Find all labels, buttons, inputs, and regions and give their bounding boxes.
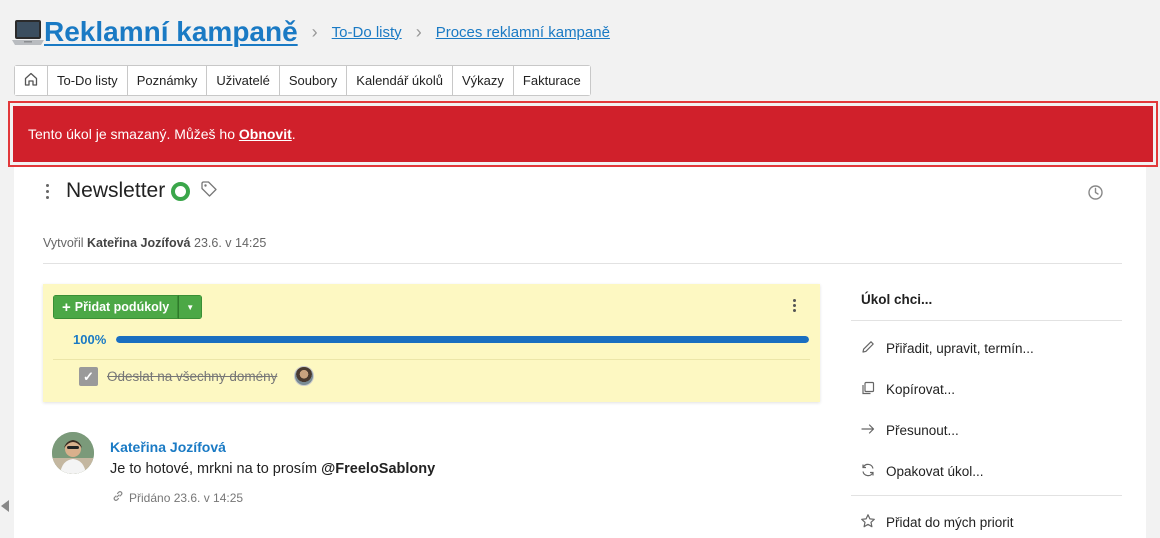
comment-body: Je to hotové, mrkni na to prosím xyxy=(110,461,322,477)
comment-author[interactable]: Kateřina Jozífová xyxy=(110,439,226,455)
progress-label: 100% xyxy=(73,332,107,347)
tab-notes[interactable]: Poznámky xyxy=(127,66,208,95)
link-icon xyxy=(112,490,124,505)
header: Reklamní kampaně › To-Do listy › Proces … xyxy=(12,12,610,52)
arrow-right-icon xyxy=(860,421,876,440)
action-label: Kopírovat... xyxy=(886,382,956,397)
divider xyxy=(851,495,1122,496)
clock-icon[interactable] xyxy=(1087,184,1104,206)
assign-edit-action[interactable]: Přiřadit, upravit, termín... xyxy=(860,339,1034,358)
tab-todo-lists[interactable]: To-Do listy xyxy=(48,66,128,95)
status-circle-icon[interactable] xyxy=(171,181,191,201)
chevron-down-icon[interactable]: ▼ xyxy=(178,295,203,319)
deleted-alert: Tento úkol je smazaný. Můžeš ho Obnovit. xyxy=(13,106,1153,162)
copy-action[interactable]: Kopírovat... xyxy=(860,380,955,399)
actions-title: Úkol chci... xyxy=(861,292,933,307)
comment-timestamp[interactable]: Přidáno 23.6. v 14:25 xyxy=(112,490,243,505)
move-action[interactable]: Přesunout... xyxy=(860,421,959,440)
tab-calendar[interactable]: Kalendář úkolů xyxy=(347,66,454,95)
comment-added: Přidáno 23.6. v 14:25 xyxy=(129,490,244,505)
action-label: Přiřadit, upravit, termín... xyxy=(886,341,1034,356)
task-title[interactable]: Newsletter xyxy=(66,179,165,203)
tag-icon[interactable] xyxy=(200,180,218,203)
plus-icon: + xyxy=(62,298,71,316)
repeat-icon xyxy=(860,462,876,481)
divider xyxy=(851,320,1122,321)
project-tabs: To-Do listy Poznámky Uživatelé Soubory K… xyxy=(14,65,591,96)
assignee-avatar[interactable] xyxy=(294,366,314,386)
tab-home[interactable] xyxy=(15,66,48,95)
divider xyxy=(43,263,1122,264)
page-title[interactable]: Reklamní kampaně xyxy=(44,16,298,48)
task-header: Newsletter xyxy=(44,179,218,203)
task-meta: Vytvořil Kateřina Jozífová 23.6. v 14:25 xyxy=(43,236,266,250)
subtasks-box: + Přidat podúkoly ▼ 100% ✓ Odeslat na vš… xyxy=(43,284,820,402)
tab-users[interactable]: Uživatelé xyxy=(207,66,280,95)
page: Reklamní kampaně › To-Do listy › Proces … xyxy=(0,0,1160,538)
progress-bar xyxy=(116,336,809,343)
divider xyxy=(53,359,810,360)
repeat-action[interactable]: Opakovat úkol... xyxy=(860,462,984,481)
alert-suffix: . xyxy=(291,126,296,142)
action-label: Přesunout... xyxy=(886,423,959,438)
tab-reports[interactable]: Výkazy xyxy=(453,66,514,95)
restore-link[interactable]: Obnovit xyxy=(239,126,292,142)
comment-mention[interactable]: @FreeloSablony xyxy=(321,461,435,477)
laptop-icon xyxy=(12,17,44,47)
subtask-checkbox[interactable]: ✓ xyxy=(79,367,98,386)
breadcrumb-todo-lists[interactable]: To-Do listy xyxy=(332,24,402,41)
collapse-arrow-icon[interactable] xyxy=(1,500,9,512)
progress-fill xyxy=(116,336,809,343)
breadcrumb-process[interactable]: Proces reklamní kampaně xyxy=(436,24,610,41)
subtasks-menu-icon[interactable] xyxy=(793,299,796,312)
tab-invoicing[interactable]: Fakturace xyxy=(513,66,590,95)
chevron-right-icon: › xyxy=(311,21,318,42)
meta-prefix: Vytvořil xyxy=(43,236,84,250)
pencil-icon xyxy=(860,339,876,358)
action-label: Přidat do mých priorit xyxy=(886,515,1014,530)
add-subtasks-button-group: + Přidat podúkoly ▼ xyxy=(53,295,203,319)
subtask-label[interactable]: Odeslat na všechny domény xyxy=(107,369,277,384)
add-subtasks-label: Přidat podúkoly xyxy=(74,300,170,314)
add-priority-action[interactable]: Přidat do mých priorit xyxy=(860,513,1014,532)
action-label: Opakovat úkol... xyxy=(886,464,984,479)
tab-files[interactable]: Soubory xyxy=(279,66,348,95)
home-icon xyxy=(23,71,39,90)
task-menu-icon[interactable] xyxy=(44,183,50,199)
meta-date: 23.6. v 14:25 xyxy=(194,236,267,250)
copy-icon xyxy=(860,380,876,399)
chevron-right-icon: › xyxy=(415,21,422,42)
add-subtasks-button[interactable]: + Přidat podúkoly xyxy=(53,295,179,319)
task-card: Newsletter Vytvořil Kateřina Jozífová 23… xyxy=(14,167,1146,538)
avatar[interactable] xyxy=(52,432,94,474)
comment-text: Je to hotové, mrkni na to prosím @Freelo… xyxy=(110,461,435,477)
star-icon xyxy=(860,513,876,532)
alert-text: Tento úkol je smazaný. Můžeš ho xyxy=(28,126,235,142)
meta-author: Kateřina Jozífová xyxy=(87,236,191,250)
